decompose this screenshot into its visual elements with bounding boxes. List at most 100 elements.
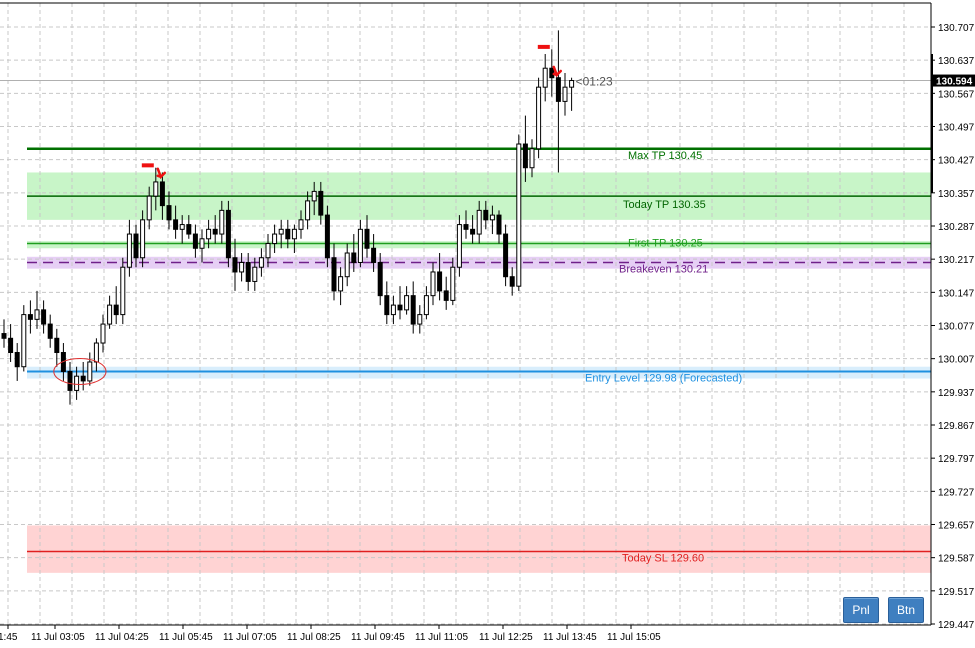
candle-body xyxy=(120,266,126,316)
candle-body xyxy=(357,228,363,263)
candle-body xyxy=(476,209,482,235)
candle-body xyxy=(397,304,403,311)
y-tick-label: 130.217 xyxy=(938,255,975,266)
candle-body xyxy=(166,205,172,221)
candle-body xyxy=(338,276,344,292)
level-label-today-tp: Today TP 130.35 xyxy=(623,199,706,211)
candle-body xyxy=(371,247,377,263)
y-tick-label: 129.657 xyxy=(938,521,975,532)
candle-body xyxy=(318,190,324,216)
candle-body xyxy=(265,243,271,259)
level-label-today-sl: Today SL 129.60 xyxy=(622,553,704,565)
candle-body xyxy=(483,209,489,221)
x-tick-label: 11 Jul 09:45 xyxy=(351,632,405,643)
y-tick-label: 130.007 xyxy=(938,355,975,366)
candle-body xyxy=(536,86,542,150)
candle-body xyxy=(206,228,212,240)
candle-body xyxy=(509,276,515,287)
current-price-label: 130.594 xyxy=(936,77,973,88)
candle-body xyxy=(232,257,238,273)
candle-body xyxy=(173,219,179,230)
candle-body xyxy=(1,333,7,339)
candle-body xyxy=(67,370,73,391)
candle-body xyxy=(107,304,113,325)
candle-body xyxy=(423,295,429,316)
y-tick-label: 130.567 xyxy=(938,89,975,100)
candle-body xyxy=(93,342,99,363)
level-label-entry-level: Entry Level 129.98 (Forecasted) xyxy=(585,372,742,384)
candle-body xyxy=(324,214,330,259)
y-tick-label: 129.517 xyxy=(938,587,975,598)
candle-body xyxy=(404,295,410,311)
x-tick-label: 11 Jul 03:05 xyxy=(31,632,85,643)
candle-body xyxy=(87,361,93,382)
candle-body xyxy=(199,238,205,249)
countdown-timer: <01:23 xyxy=(576,75,613,89)
x-tick-label: 11 Jul 13:45 xyxy=(543,632,597,643)
candle-body xyxy=(100,323,106,344)
candle-body xyxy=(305,200,311,221)
candle-body xyxy=(146,195,152,221)
x-tick-label: 11 Jul 12:25 xyxy=(479,632,533,643)
btn-button[interactable]: Btn xyxy=(888,597,924,623)
y-tick-label: 130.637 xyxy=(938,56,975,67)
candle-body xyxy=(272,233,278,245)
y-tick-label: 129.937 xyxy=(938,388,975,399)
candle-body xyxy=(34,309,40,320)
sell-arrow-icon xyxy=(552,65,563,78)
x-tick-label: 11 Jul 05:45 xyxy=(159,632,213,643)
candle-body xyxy=(140,219,146,259)
candle-body xyxy=(14,352,20,368)
candle-body xyxy=(252,266,258,282)
zone-today-sl xyxy=(27,525,931,573)
candle-body xyxy=(555,77,561,102)
candle-body xyxy=(522,143,528,169)
y-tick-label: 129.867 xyxy=(938,421,975,432)
candle-body xyxy=(496,214,502,235)
candle-body xyxy=(41,309,47,325)
candle-body xyxy=(258,257,264,268)
y-tick-label: 130.077 xyxy=(938,322,975,333)
candle-body xyxy=(113,304,119,316)
x-tick-label: 11 Jul 07:05 xyxy=(223,632,277,643)
candle-body xyxy=(364,228,370,249)
zone-entry-level xyxy=(27,366,931,379)
level-label-first-tp: First TP 130.25 xyxy=(628,238,703,250)
candle-body xyxy=(529,148,535,169)
candle-body xyxy=(239,261,245,273)
y-tick-label: 130.147 xyxy=(938,288,975,299)
candle-body xyxy=(291,228,297,240)
level-label-max-tp: Max TP 130.45 xyxy=(628,150,702,162)
candle-body xyxy=(489,214,495,221)
candle-body xyxy=(569,80,575,88)
candle-body xyxy=(212,228,218,235)
candle-body xyxy=(245,261,251,282)
candle-body xyxy=(470,228,476,235)
candle-body xyxy=(285,228,291,240)
candle-body xyxy=(153,181,159,197)
level-label-breakeven: Breakeven 130.21 xyxy=(619,263,708,275)
candle-body xyxy=(54,337,60,354)
candle-body xyxy=(219,209,225,235)
y-tick-label: 130.497 xyxy=(938,123,975,134)
candle-body xyxy=(463,224,469,230)
candle-body xyxy=(133,233,139,259)
pnl-button[interactable]: Pnl xyxy=(843,597,879,623)
candle-body xyxy=(443,290,449,301)
price-chart[interactable]: Max TP 130.45 Today TP 130.35 First TP 130… xyxy=(0,0,975,648)
x-tick-label: 11 Jul 04:25 xyxy=(95,632,149,643)
candle-body xyxy=(503,233,509,278)
candle-body xyxy=(437,271,443,292)
candle-body xyxy=(516,143,522,287)
candle-body xyxy=(384,295,390,316)
candle-body xyxy=(298,219,304,230)
y-tick-label: 129.447 xyxy=(938,620,975,631)
candle-body xyxy=(311,190,317,202)
candle-body xyxy=(179,224,185,230)
y-tick-label: 130.707 xyxy=(938,23,975,34)
x-tick-label: 11 Jul 08:25 xyxy=(287,632,341,643)
x-tick-label: 11 Jul 15:05 xyxy=(607,632,661,643)
candle-body xyxy=(21,314,27,368)
candle-body xyxy=(562,86,568,102)
candle-body xyxy=(542,67,548,88)
